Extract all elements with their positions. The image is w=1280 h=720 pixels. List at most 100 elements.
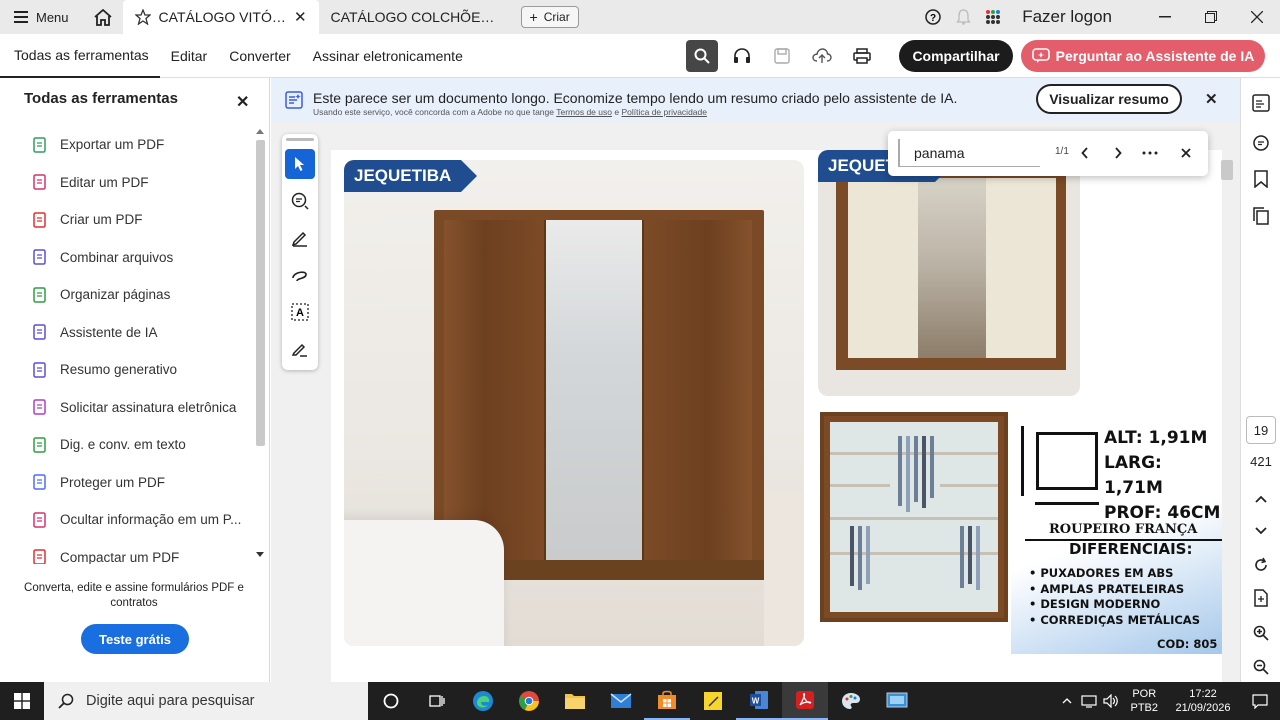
banner-legal: Usando este serviço, você concorda com a… [313,107,707,117]
close-window-button[interactable] [1234,0,1280,34]
tool-item[interactable]: Compactar um PDF [0,539,252,564]
tool-item[interactable]: Exportar um PDF [0,126,252,164]
wardrobe-interior-image [820,412,1008,622]
spec-width: LARG: 1,71M [1104,453,1163,498]
previous-page-button[interactable] [1250,488,1272,510]
zoom-out-button[interactable] [1250,656,1272,678]
home-button[interactable] [83,0,123,34]
tab-catalogo-colchoes[interactable]: CATÁLOGO COLCHÕES 2... [319,0,515,34]
close-panel-icon[interactable]: ✕ [236,92,249,112]
mail-app[interactable] [598,682,644,720]
zoom-in-button[interactable] [1250,622,1272,644]
ai-chat-icon [1031,48,1050,63]
sticky-notes-app[interactable] [690,682,736,720]
tool-item[interactable]: Dig. e conv. em texto [0,426,252,464]
drag-handle[interactable] [286,138,314,141]
tool-item[interactable]: Combinar arquivos [0,239,252,277]
tab-catalogo-vitoria[interactable]: CATÁLOGO VITÓRI... ✕ [122,0,319,34]
pages-button[interactable] [1250,205,1272,227]
ai-summary-button[interactable] [1250,92,1272,114]
network-button[interactable] [1078,694,1100,708]
file-explorer-app[interactable] [552,682,598,720]
comments-button[interactable] [1250,132,1272,154]
star-icon[interactable] [134,9,151,25]
clock[interactable]: 17:22 21/09/2026 [1166,687,1240,715]
free-trial-button[interactable]: Teste grátis [81,624,189,654]
tool-item[interactable]: Assistente de IA [0,314,252,352]
comment-tool[interactable] [285,186,315,216]
share-button[interactable]: Compartilhar [899,40,1013,72]
help-button[interactable]: ? [918,0,948,34]
tool-item[interactable]: Organizar páginas [0,276,252,314]
bookmarks-button[interactable] [1250,168,1272,190]
notifications-button[interactable] [948,0,978,34]
acrobat-app[interactable] [782,682,828,720]
close-tab-icon[interactable]: ✕ [294,8,307,26]
tool-item[interactable]: Ocultar informação em um P... [0,501,252,539]
find-close-button[interactable] [1174,141,1198,165]
comment-icon [1253,135,1269,151]
cortana-button[interactable] [368,682,414,720]
scrollbar-thumb[interactable] [256,140,265,446]
task-view-button[interactable] [414,682,460,720]
edge-app[interactable] [460,682,506,720]
close-banner-icon[interactable]: ✕ [1205,90,1218,108]
print-button[interactable] [846,40,878,72]
volume-button[interactable] [1100,694,1122,708]
word-app[interactable]: W [736,682,782,720]
tool-item[interactable]: Proteger um PDF [0,464,252,502]
logon-button[interactable]: Fazer logon [1022,7,1112,27]
menu-button[interactable]: Menu [0,0,83,34]
chrome-app[interactable] [506,682,552,720]
find-previous-button[interactable] [1073,141,1097,165]
panel-footer-text: Converta, edite e assine formulários PDF… [24,582,244,609]
search-button[interactable] [686,40,718,72]
panel-scrollbar[interactable] [253,126,267,564]
taskbar-search[interactable]: Digite aqui para pesquisar [44,682,368,720]
width-arrow [1035,502,1099,505]
notification-center-button[interactable] [1240,693,1280,709]
extract-page-button[interactable] [1250,587,1272,609]
select-tool[interactable] [285,149,315,179]
create-button[interactable]: + Criar [520,6,579,28]
tool-item[interactable]: Solicitar assinatura eletrônica [0,389,252,427]
paint-app[interactable] [828,682,874,720]
restore-button[interactable] [1188,0,1234,34]
find-input[interactable]: panama [898,139,1040,167]
save-button[interactable] [766,40,798,72]
menu-sign[interactable]: Assinar eletronicamente [302,34,474,78]
read-aloud-button[interactable] [726,40,758,72]
apps-button[interactable] [978,0,1008,34]
tool-item[interactable]: Resumo generativo [0,351,252,389]
tool-item[interactable]: Editar um PDF [0,164,252,202]
show-hidden-icons-button[interactable] [1056,698,1078,704]
menu-convert[interactable]: Converter [218,34,301,78]
menu-all-tools[interactable]: Todas as ferramentas [0,34,160,78]
draw-tool[interactable] [285,260,315,290]
menu-edit[interactable]: Editar [160,34,219,78]
tool-item[interactable]: Criar um PDF [0,201,252,239]
highlight-tool[interactable] [285,223,315,253]
store-app[interactable] [644,682,690,720]
find-options-button[interactable] [1138,141,1162,165]
text-tool[interactable]: A [285,297,315,327]
sign-tool[interactable] [285,334,315,364]
document-scrollbar-thumb[interactable] [1221,160,1233,180]
privacy-link[interactable]: Política de privacidade [621,107,707,117]
scroll-down-icon[interactable] [256,552,264,558]
desktop-app[interactable] [874,682,920,720]
terms-link[interactable]: Termos de uso [556,107,612,117]
shelf [830,517,998,520]
next-page-button[interactable] [1250,520,1272,542]
view-summary-button[interactable]: Visualizar resumo [1036,84,1182,114]
upload-button[interactable] [806,40,838,72]
find-next-button[interactable] [1106,141,1130,165]
minimize-button[interactable] [1142,0,1188,34]
ask-ai-button[interactable]: Perguntar ao Assistente de IA [1021,40,1265,72]
network-icon [1081,695,1098,708]
current-page-input[interactable]: 19 [1246,416,1276,444]
input-language[interactable]: POR PTB2 [1130,687,1158,715]
rotate-button[interactable] [1250,554,1272,576]
start-button[interactable] [0,682,44,720]
scroll-up-icon[interactable] [256,128,264,134]
